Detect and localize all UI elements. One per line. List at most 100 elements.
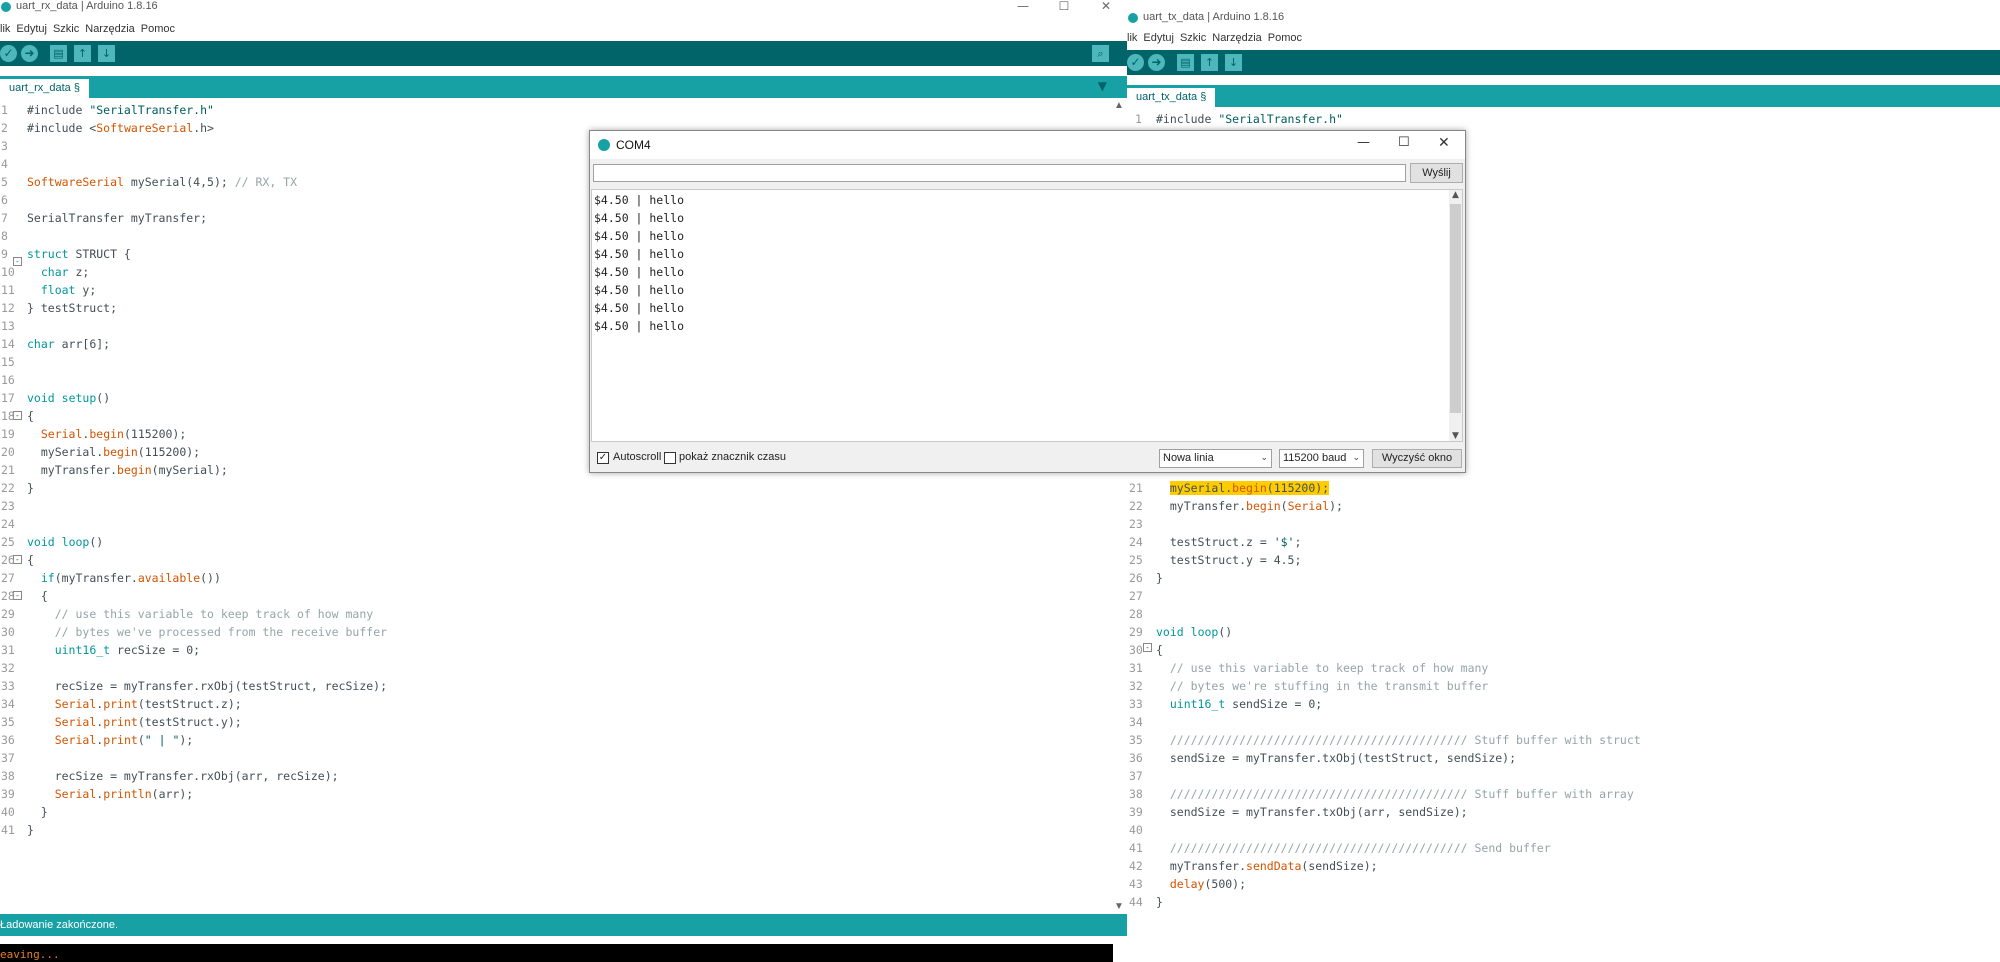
code-line[interactable]: 28 bbox=[1127, 605, 2000, 623]
line-number: 4 bbox=[1, 157, 8, 171]
code-line[interactable]: 31 // use this variable to keep track of… bbox=[1127, 659, 2000, 677]
code-text: recSize = myTransfer.rxObj(testStruct, r… bbox=[27, 679, 388, 693]
new-sketch-icon[interactable]: ▤ bbox=[1177, 54, 1194, 71]
line-number: 18 bbox=[1, 409, 15, 423]
code-text: testStruct.y = 4.5; bbox=[1156, 553, 1302, 567]
serial-output[interactable]: $4.50 | hello $4.50 | hello $4.50 | hello $… bbox=[591, 189, 1463, 442]
save-sketch-icon[interactable]: ↓ bbox=[98, 45, 115, 62]
code-line[interactable]: 36 sendSize = myTransfer.txObj(testStruc… bbox=[1127, 749, 2000, 767]
code-line[interactable]: 34 bbox=[1127, 713, 2000, 731]
minimize-icon[interactable]: — bbox=[1357, 135, 1370, 150]
code-line[interactable]: 23 bbox=[0, 497, 1127, 515]
serial-input[interactable] bbox=[593, 164, 1406, 182]
code-line[interactable]: 35 Serial.print(testStruct.y); bbox=[0, 713, 1127, 731]
code-text: myTransfer.begin(Serial); bbox=[1156, 499, 1343, 513]
code-line[interactable]: 34 Serial.print(testStruct.z); bbox=[0, 695, 1127, 713]
menu-item[interactable]: lik bbox=[0, 22, 10, 36]
menu-item[interactable]: Pomoc bbox=[1268, 31, 1302, 45]
right-window-title: uart_tx_data | Arduino 1.8.16 bbox=[1143, 11, 1285, 23]
code-line[interactable]: 42 myTransfer.sendData(sendSize); bbox=[1127, 857, 2000, 875]
menu-item[interactable]: Edytuj bbox=[1143, 31, 1174, 45]
code-line[interactable]: 37 bbox=[1127, 767, 2000, 785]
code-line[interactable]: 39 sendSize = myTransfer.txObj(arr, send… bbox=[1127, 803, 2000, 821]
scroll-down-icon[interactable]: ▼ bbox=[1449, 431, 1462, 441]
menu-item[interactable]: Pomoc bbox=[141, 22, 175, 36]
timestamp-checkbox[interactable] bbox=[664, 452, 676, 464]
maximize-icon[interactable]: ☐ bbox=[1398, 135, 1410, 150]
code-line[interactable]: 40 } bbox=[0, 803, 1127, 821]
code-line[interactable]: 37 bbox=[0, 749, 1127, 767]
tab-menu-chevron-icon[interactable]: ▼ bbox=[1098, 79, 1107, 93]
close-icon[interactable]: ✕ bbox=[1438, 135, 1450, 151]
code-line[interactable]: 24 testStruct.z = '$'; bbox=[1127, 533, 2000, 551]
maximize-icon[interactable]: ☐ bbox=[1054, 0, 1074, 13]
arduino-logo-icon bbox=[1128, 13, 1138, 23]
code-line[interactable]: 44} bbox=[1127, 893, 2000, 911]
upload-icon[interactable]: ➜ bbox=[1148, 54, 1165, 71]
minimize-icon[interactable]: — bbox=[1013, 0, 1033, 13]
code-line[interactable]: 36 Serial.print(" | "); bbox=[0, 731, 1127, 749]
menu-item[interactable]: Edytuj bbox=[16, 22, 47, 36]
scroll-down-icon[interactable]: ▼ bbox=[1113, 901, 1125, 912]
line-number: 22 bbox=[1129, 499, 1143, 513]
code-line[interactable]: 28 { bbox=[0, 587, 1127, 605]
code-line[interactable]: 38 /////////////////////////////////////… bbox=[1127, 785, 2000, 803]
code-line[interactable]: 31 uint16_t recSize = 0; bbox=[0, 641, 1127, 659]
code-line[interactable]: 24 bbox=[0, 515, 1127, 533]
code-line[interactable]: 27 if(myTransfer.available()) bbox=[0, 569, 1127, 587]
serial-monitor-icon[interactable]: ⌕ bbox=[1092, 45, 1109, 62]
code-line[interactable]: 32 bbox=[0, 659, 1127, 677]
code-line[interactable]: 32 // bytes we're stuffing in the transm… bbox=[1127, 677, 2000, 695]
close-icon[interactable]: ✕ bbox=[1096, 0, 1116, 13]
code-line[interactable]: 22} bbox=[0, 479, 1127, 497]
code-line[interactable]: 30 { bbox=[1127, 641, 2000, 659]
menu-item[interactable]: Szkic bbox=[1180, 31, 1206, 45]
save-sketch-icon[interactable]: ↓ bbox=[1225, 54, 1242, 71]
scroll-up-icon[interactable]: ▲ bbox=[1113, 100, 1125, 111]
code-line[interactable]: 35 /////////////////////////////////////… bbox=[1127, 731, 2000, 749]
verify-icon[interactable]: ✓ bbox=[0, 45, 17, 62]
scroll-up-icon[interactable]: ▲ bbox=[1449, 190, 1462, 200]
upload-icon[interactable]: ➜ bbox=[21, 45, 38, 62]
code-line[interactable]: 30 // bytes we've processed from the rec… bbox=[0, 623, 1127, 641]
line-ending-select[interactable]: Nowa linia ⌄ bbox=[1159, 449, 1272, 468]
code-line[interactable]: 27 bbox=[1127, 587, 2000, 605]
code-line[interactable]: 29 void loop() bbox=[1127, 623, 2000, 641]
open-sketch-icon[interactable]: ↑ bbox=[74, 45, 91, 62]
menu-item[interactable]: Narzędzia bbox=[1212, 31, 1262, 45]
code-line[interactable]: 33 recSize = myTransfer.rxObj(testStruct… bbox=[0, 677, 1127, 695]
code-line[interactable]: 25 void loop() bbox=[0, 533, 1127, 551]
new-sketch-icon[interactable]: ▤ bbox=[50, 45, 67, 62]
code-line[interactable]: 1 #include "SerialTransfer.h" bbox=[0, 101, 1127, 119]
code-line[interactable]: 40 bbox=[1127, 821, 2000, 839]
code-text: ////////////////////////////////////////… bbox=[1169, 733, 1641, 747]
code-line[interactable]: 26 { bbox=[0, 551, 1127, 569]
baud-rate-select[interactable]: 115200 baud ⌄ bbox=[1279, 449, 1364, 468]
scroll-thumb[interactable] bbox=[1450, 204, 1461, 413]
code-line[interactable]: 43 delay(500); bbox=[1127, 875, 2000, 893]
code-text: { bbox=[27, 589, 48, 603]
code-line[interactable]: 29 // use this variable to keep track of… bbox=[0, 605, 1127, 623]
code-line[interactable]: 41} bbox=[0, 821, 1127, 839]
code-line[interactable]: 22 myTransfer.begin(Serial); bbox=[1127, 497, 2000, 515]
tab-uart-tx-data[interactable]: uart_tx_data § bbox=[1127, 88, 1216, 107]
code-line[interactable]: 25 testStruct.y = 4.5; bbox=[1127, 551, 2000, 569]
menu-item[interactable]: Szkic bbox=[53, 22, 79, 36]
open-sketch-icon[interactable]: ↑ bbox=[1201, 54, 1218, 71]
autoscroll-checkbox[interactable]: ✓ bbox=[597, 452, 609, 464]
code-line[interactable]: 41 /////////////////////////////////////… bbox=[1127, 839, 2000, 857]
menu-item[interactable]: Narzędzia bbox=[85, 22, 135, 36]
code-line[interactable]: 39 Serial.println(arr); bbox=[0, 785, 1127, 803]
clear-output-button[interactable]: Wyczyść okno bbox=[1372, 449, 1462, 468]
code-line[interactable]: 1 #include "SerialTransfer.h" bbox=[1127, 110, 2000, 128]
code-line[interactable]: 23 bbox=[1127, 515, 2000, 533]
code-line[interactable]: 21 mySerial.begin(115200); bbox=[1127, 479, 2000, 497]
verify-icon[interactable]: ✓ bbox=[1127, 54, 1144, 71]
menu-item[interactable]: lik bbox=[1127, 31, 1137, 45]
code-line[interactable]: 33 uint16_t sendSize = 0; bbox=[1127, 695, 2000, 713]
code-line[interactable]: 38 recSize = myTransfer.rxObj(arr, recSi… bbox=[0, 767, 1127, 785]
tab-uart-rx-data[interactable]: uart_rx_data § bbox=[0, 79, 89, 98]
serial-scrollbar[interactable]: ▲ ▼ bbox=[1449, 190, 1462, 441]
send-button[interactable]: Wyślij bbox=[1410, 163, 1463, 183]
code-line[interactable]: 26} bbox=[1127, 569, 2000, 587]
